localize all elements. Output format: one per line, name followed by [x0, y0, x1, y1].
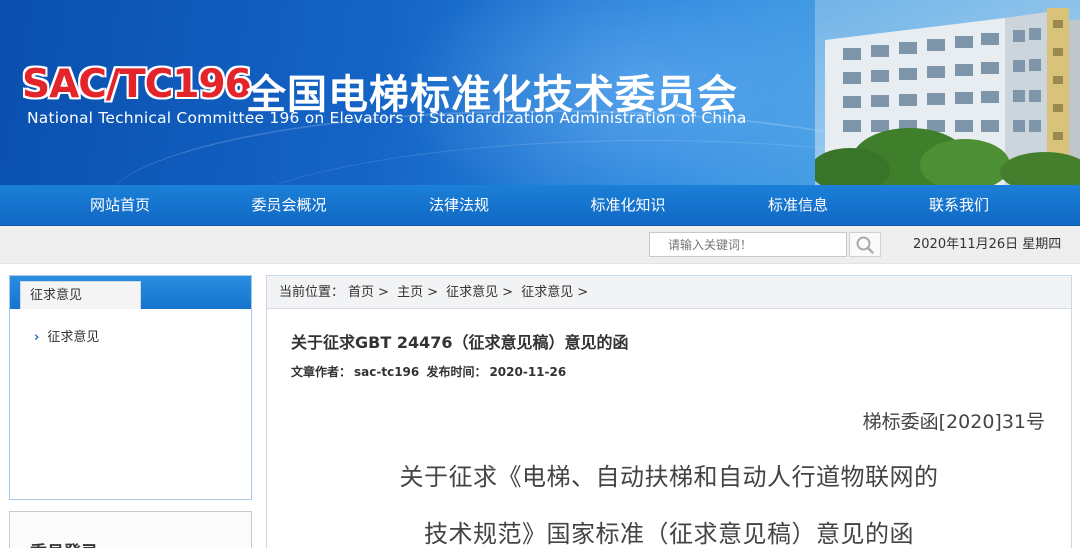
date-label: 发布时间：	[426, 365, 487, 379]
nav-item-contact[interactable]: 联系我们	[889, 185, 1029, 226]
nav-item-home[interactable]: 网站首页	[50, 185, 190, 226]
nav-item-committee[interactable]: 委员会概况	[219, 185, 359, 226]
breadcrumb-sep: >	[577, 285, 589, 300]
nav-item-knowledge[interactable]: 标准化知识	[558, 185, 698, 226]
main-nav: 网站首页 委员会概况 法律法规 标准化知识 标准信息 联系我们	[0, 185, 1080, 226]
breadcrumb-category[interactable]: 征求意见	[446, 285, 498, 300]
document-heading-line-2: 技术规范》国家标准（征求意见稿）意见的函	[424, 520, 914, 548]
member-login-title: 委员登录	[30, 538, 98, 548]
breadcrumb: 当前位置： 首页 > 主页 > 征求意见 > 征求意见 >	[267, 276, 1071, 309]
search-icon	[856, 236, 874, 254]
breadcrumb-prefix: 当前位置：	[279, 285, 345, 300]
breadcrumb-sep: >	[427, 285, 438, 300]
breadcrumb-current[interactable]: 征求意见	[521, 285, 573, 300]
sidebar-box: 征求意见 › 征求意见	[9, 275, 252, 500]
logo-english-name: National Technical Committee 196 on Elev…	[27, 109, 747, 127]
sidebar-box-header: 征求意见	[10, 276, 251, 309]
breadcrumb-sep: >	[378, 285, 389, 300]
article-title: 关于征求GBT 24476（征求意见稿）意见的函	[291, 333, 629, 352]
breadcrumb-home[interactable]: 首页	[348, 285, 374, 300]
header-banner: SAC/TC196 全国电梯标准化技术委员会 National Technica…	[0, 0, 1080, 185]
building-photo	[815, 0, 1080, 185]
document-heading-line-1: 关于征求《电梯、自动扶梯和自动人行道物联网的	[399, 463, 939, 491]
search-input[interactable]	[649, 232, 847, 257]
author-value: sac-tc196	[354, 365, 420, 379]
sidebar-item-feedback[interactable]: › 征求意见	[34, 326, 99, 345]
page: SAC/TC196 全国电梯标准化技术委员会 National Technica…	[0, 0, 1080, 548]
breadcrumb-main[interactable]: 主页	[397, 285, 423, 300]
breadcrumb-sep: >	[502, 285, 514, 300]
member-login-box: 委员登录	[9, 511, 252, 548]
document-number: 梯标委函[2020]31号	[862, 411, 1045, 433]
sidebar-item-label: 征求意见	[47, 330, 100, 345]
chevron-right-icon: ›	[34, 330, 40, 345]
article-panel: 当前位置： 首页 > 主页 > 征求意见 > 征求意见 > 关于征求GBT 24476（征…	[266, 275, 1072, 548]
current-date: 2020年11月26日 星期四	[913, 237, 1062, 252]
author-label: 文章作者：	[291, 365, 352, 379]
date-value: 2020-11-26	[489, 365, 567, 379]
nav-item-standards[interactable]: 标准信息	[728, 185, 868, 226]
article-meta: 文章作者： sac-tc196 发布时间： 2020-11-26	[291, 363, 569, 380]
sidebar-box-title: 征求意见	[20, 281, 141, 309]
search-button[interactable]	[849, 232, 881, 257]
logo-code: SAC/TC196	[22, 62, 252, 107]
search-bar: 2020年11月26日 星期四	[0, 226, 1080, 264]
nav-item-laws[interactable]: 法律法规	[389, 185, 529, 226]
